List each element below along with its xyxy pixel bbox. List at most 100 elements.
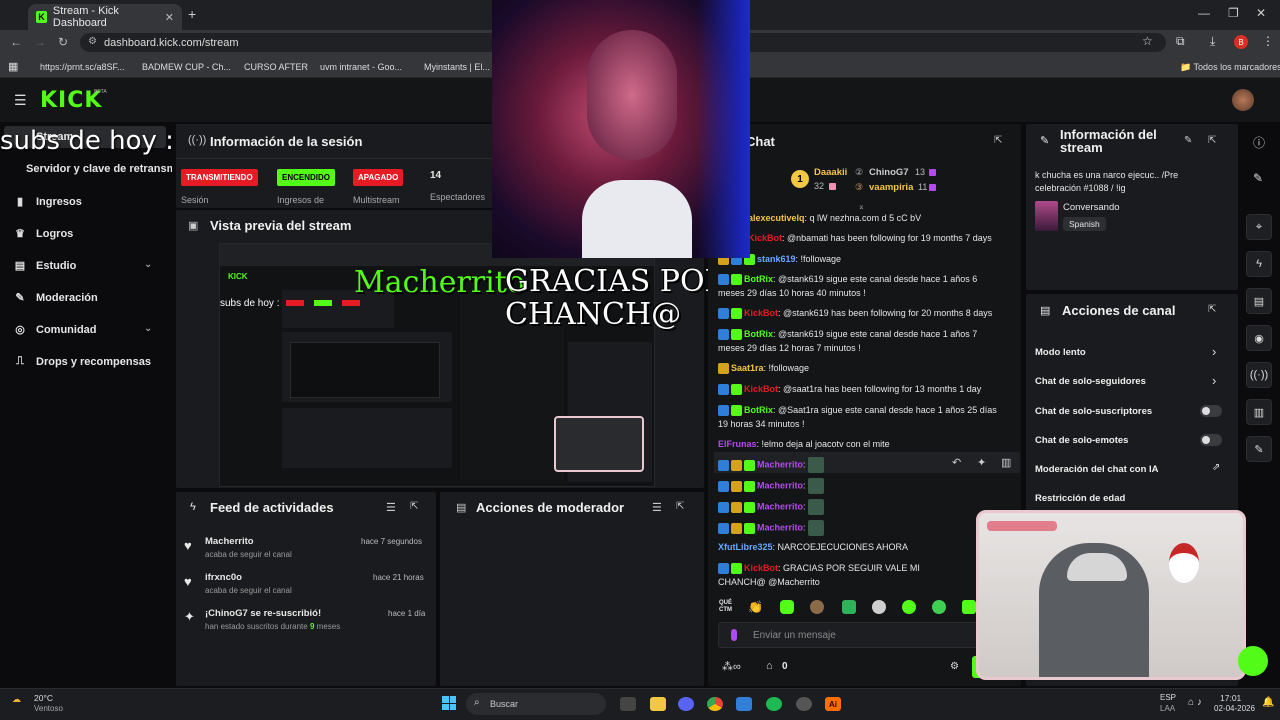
hamburger-menu-icon[interactable]: ☰ xyxy=(14,92,27,109)
download-icon[interactable]: ⤓ xyxy=(1210,34,1215,49)
emote-que-ctm[interactable]: QUÉ CTM xyxy=(719,600,737,614)
info-icon[interactable]: ⓘ xyxy=(1253,134,1265,151)
edit-icon[interactable]: ✎ xyxy=(1184,135,1192,146)
app-icon[interactable] xyxy=(736,697,752,711)
sidebar-item-server-key[interactable]: Servidor y clave de retransm xyxy=(26,163,172,175)
rail-sliders-icon[interactable]: ▥ xyxy=(1246,399,1272,425)
sidebar-item-estudio[interactable]: ▤ Estudio xyxy=(14,259,77,273)
chat-username[interactable]: Saat1ra xyxy=(731,363,764,373)
chevron-down-icon[interactable]: ⌄ xyxy=(144,259,152,270)
back-icon[interactable]: ← xyxy=(10,35,22,49)
setting-emotes-only[interactable]: Chat de solo-emotes xyxy=(1035,435,1128,446)
language-indicator[interactable]: ESP xyxy=(1160,693,1176,702)
rail-chat-icon[interactable]: ◉ xyxy=(1246,325,1272,351)
emotes-only-toggle[interactable] xyxy=(1200,434,1222,446)
new-tab-icon[interactable]: + xyxy=(188,6,196,22)
popout-icon[interactable]: ⇱ xyxy=(1208,135,1216,146)
timeout-icon[interactable]: ↶ xyxy=(952,456,961,469)
sidebar-item-moderacion[interactable]: ✎ Moderación xyxy=(14,291,97,305)
chat-username[interactable]: KickBot xyxy=(744,384,778,394)
sidebar-item-logros[interactable]: ♛ Logros xyxy=(14,227,73,241)
activity-name[interactable]: Macherrito xyxy=(205,536,254,547)
user-avatar[interactable] xyxy=(1232,89,1254,111)
sidebar-item-ingresos[interactable]: ▮ Ingresos xyxy=(14,195,82,209)
category-thumbnail[interactable] xyxy=(1035,201,1058,231)
chat-username[interactable]: alexecutivelq xyxy=(748,213,805,223)
spotify-icon[interactable] xyxy=(766,697,782,711)
store-icon[interactable]: ⌂ xyxy=(766,660,773,672)
activity-name[interactable]: ¡ChinoG7 se re-suscribió! xyxy=(205,608,321,619)
popout-icon[interactable]: ⇱ xyxy=(410,501,418,512)
delete-icon[interactable]: ▥ xyxy=(1001,456,1011,469)
clock-time[interactable]: 17:01 xyxy=(1220,693,1241,703)
external-link-icon[interactable]: ⇗ xyxy=(1212,462,1220,473)
illustrator-icon[interactable]: Ai xyxy=(825,697,841,711)
setting-slow-mode[interactable]: Modo lento xyxy=(1035,347,1086,358)
chat-username[interactable]: BotRix xyxy=(744,329,773,339)
setting-subscribers-only[interactable]: Chat de solo-suscriptores xyxy=(1035,406,1152,417)
maximize-icon[interactable]: ❐ xyxy=(1228,6,1239,20)
all-bookmarks-folder[interactable]: 📁 Todos los marcadores xyxy=(1180,62,1280,73)
bookmark-item[interactable]: BADMEW CUP - Ch... xyxy=(142,62,231,72)
emote-icon[interactable] xyxy=(902,600,916,614)
emote-icon[interactable] xyxy=(842,600,856,614)
emote-icon[interactable] xyxy=(810,600,824,614)
bookmark-star-icon[interactable]: ☆ xyxy=(1142,34,1153,48)
bookmark-item[interactable]: https://prnt.sc/a8SF... xyxy=(40,62,125,72)
setting-ai-moderation[interactable]: Moderación del chat con IA xyxy=(1035,464,1159,475)
chat-username[interactable]: ElFrunas xyxy=(718,439,757,449)
chat-username[interactable]: XfutLibre325 xyxy=(718,542,773,552)
emote-icon[interactable] xyxy=(962,600,976,614)
chevron-right-icon[interactable]: › xyxy=(1212,344,1216,359)
network-icon[interactable]: ⌂ ♪ xyxy=(1188,697,1202,708)
task-view-icon[interactable] xyxy=(620,697,636,711)
emote-icon[interactable] xyxy=(872,600,886,614)
file-explorer-icon[interactable] xyxy=(650,697,666,711)
leader-name[interactable]: ChinoG7 xyxy=(869,167,909,178)
community-points-icon[interactable]: ⁂∞ xyxy=(722,660,741,673)
edit-pencil-icon[interactable]: ✎ xyxy=(1253,171,1263,185)
notification-bell-icon[interactable]: 🔔 xyxy=(1262,697,1274,708)
bookmark-item[interactable]: Myinstants | El... xyxy=(424,62,490,72)
sidebar-item-drops[interactable]: ⎍ Drops y recompensas xyxy=(14,355,151,368)
bookmark-item[interactable]: CURSO AFTER xyxy=(244,62,308,72)
category-name[interactable]: Conversando xyxy=(1063,202,1120,213)
subscribers-only-toggle[interactable] xyxy=(1200,405,1222,417)
popout-icon[interactable]: ⇱ xyxy=(1208,304,1216,315)
weather-icon[interactable]: ☁ xyxy=(12,694,21,705)
bookmark-item[interactable]: uvm intranet - Goo... xyxy=(320,62,402,72)
emote-icon[interactable]: 👏 xyxy=(748,600,763,614)
close-window-icon[interactable]: ✕ xyxy=(1256,6,1266,20)
pin-icon[interactable]: ✦ xyxy=(977,456,986,469)
profile-avatar[interactable]: B xyxy=(1234,35,1248,49)
extensions-icon[interactable]: ⧉ xyxy=(1176,34,1185,49)
close-tab-icon[interactable]: ✕ xyxy=(165,11,174,24)
chat-username[interactable]: BotRix xyxy=(744,405,773,415)
chrome-icon[interactable] xyxy=(707,697,723,711)
chat-username[interactable]: Macherrito xyxy=(757,522,803,532)
minimize-icon[interactable]: — xyxy=(1198,6,1210,20)
chat-username[interactable]: stank619 xyxy=(757,254,796,264)
chat-username[interactable]: KickBot xyxy=(744,563,778,573)
taskbar-search[interactable]: ⌕ Buscar xyxy=(466,693,606,715)
setting-followers-only[interactable]: Chat de solo-seguidores xyxy=(1035,376,1146,387)
emote-icon[interactable] xyxy=(932,600,946,614)
activity-name[interactable]: ifrxnc0o xyxy=(205,572,242,583)
filter-icon[interactable]: ☰ xyxy=(652,501,662,514)
site-info-icon[interactable]: ⚙ xyxy=(88,36,97,47)
chat-username[interactable]: KickBot xyxy=(744,308,778,318)
chat-username[interactable]: Macherrito xyxy=(757,480,803,490)
rail-target-icon[interactable]: ⌖ xyxy=(1246,214,1272,240)
popout-icon[interactable]: ⇱ xyxy=(676,501,684,512)
leader-name[interactable]: vaampiria xyxy=(869,182,913,193)
chevron-right-icon[interactable]: › xyxy=(1212,373,1216,388)
chat-username[interactable]: Macherrito xyxy=(757,501,803,511)
rail-wrench-icon[interactable]: ✎ xyxy=(1246,436,1272,462)
sidebar-item-comunidad[interactable]: ◎ Comunidad xyxy=(14,323,96,337)
windows-start-icon[interactable] xyxy=(442,696,456,710)
settings-gear-icon[interactable]: ⚙ xyxy=(950,661,959,672)
setting-age-restriction[interactable]: Restricción de edad xyxy=(1035,493,1125,504)
chat-input[interactable]: Enviar un mensaje xyxy=(718,622,980,648)
rail-bolt-icon[interactable]: ϟ xyxy=(1246,251,1272,277)
discord-icon[interactable] xyxy=(678,697,694,711)
